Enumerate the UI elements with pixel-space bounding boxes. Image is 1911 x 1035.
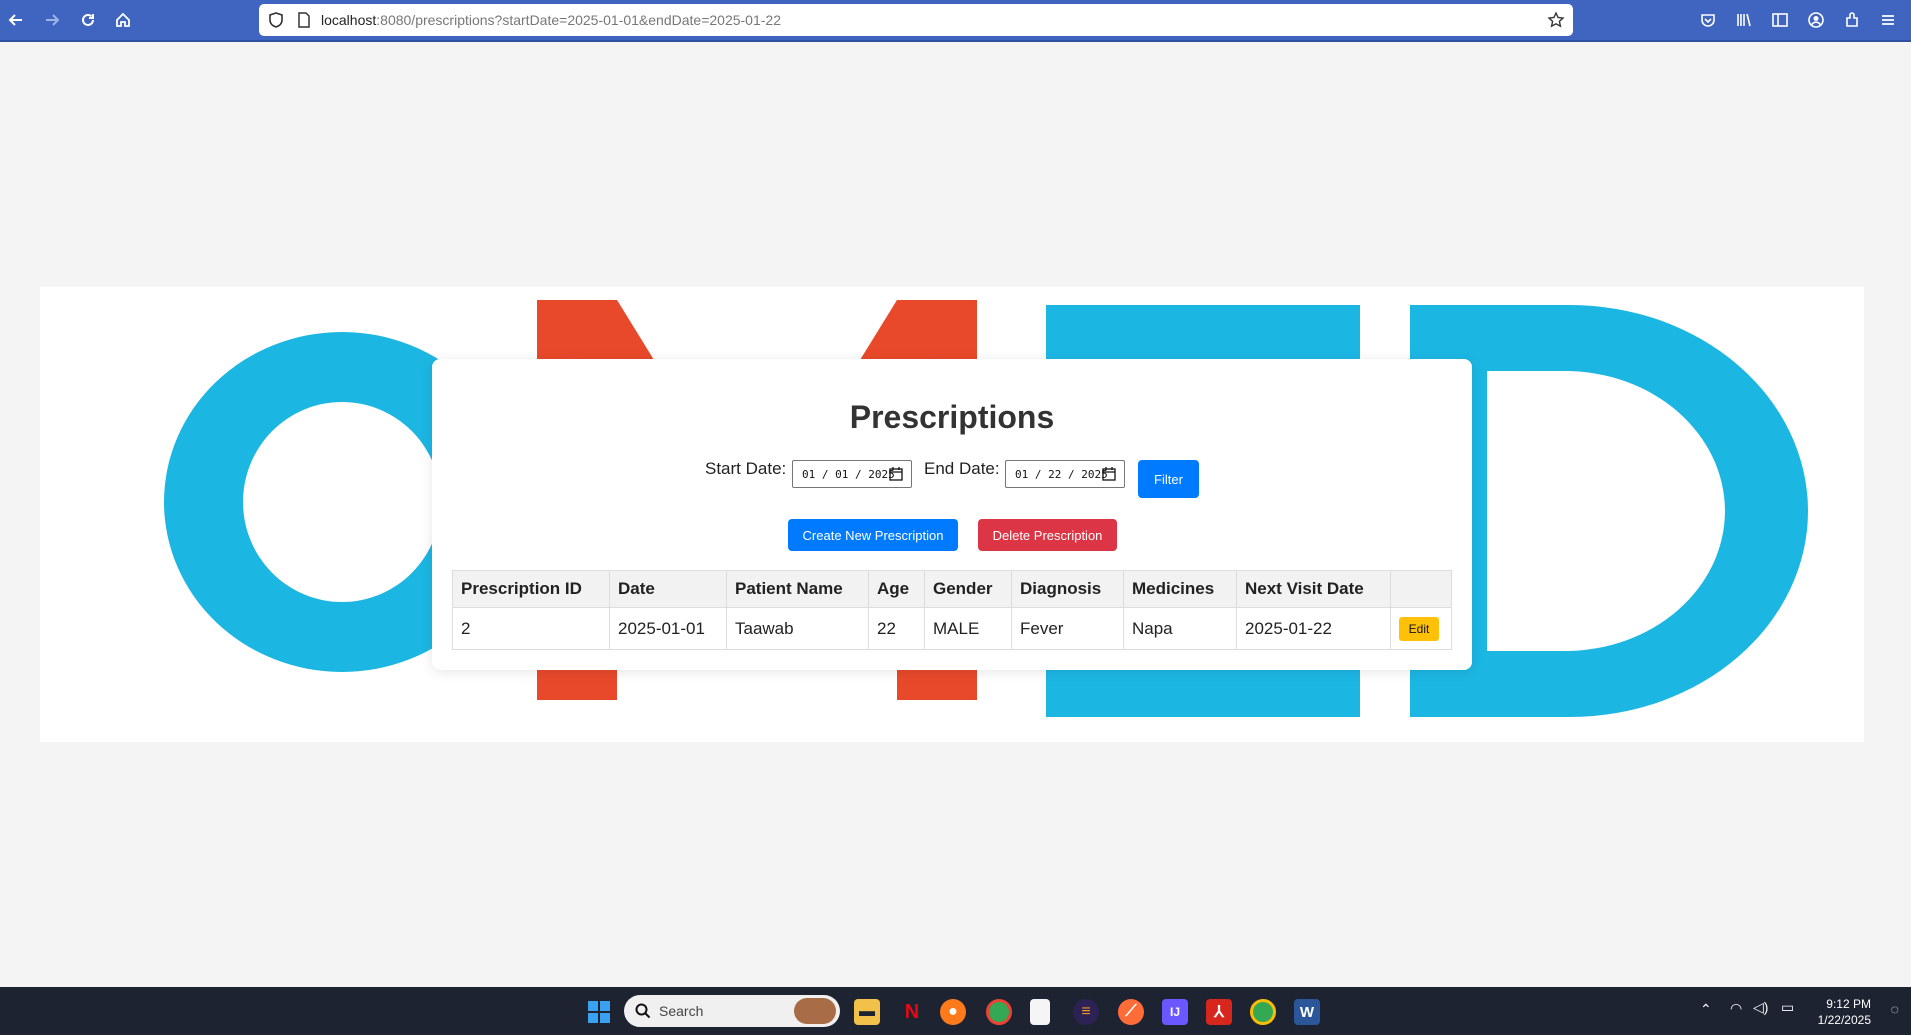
reload-button[interactable] [74, 6, 102, 34]
extensions-icon [1846, 12, 1858, 27]
postman-icon[interactable]: ⟋ [1118, 999, 1144, 1025]
table-row: 2 2025-01-01 Taawab 22 MALE Fever Napa 2… [452, 607, 1452, 650]
page-icon [298, 12, 310, 28]
cell-gender: MALE [924, 607, 1012, 650]
search-highlight-image [794, 998, 836, 1024]
end-date-value: 01 / 22 / 2025 [1015, 467, 1108, 481]
calendar-icon[interactable] [889, 467, 903, 481]
clock-time: 9:12 PM [1826, 997, 1871, 1011]
reload-icon [82, 13, 94, 26]
page-title: Prescriptions [849, 399, 1055, 435]
extensions-button[interactable] [1838, 6, 1866, 34]
notification-icon[interactable]: ◌ [1891, 1001, 1899, 1017]
shield-icon[interactable] [267, 11, 285, 29]
netflix-icon[interactable]: N [899, 999, 925, 1025]
pocket-icon [1701, 14, 1715, 27]
word-icon[interactable]: W [1294, 999, 1320, 1025]
search-icon [635, 1003, 651, 1019]
intellij-icon[interactable]: IJ [1162, 999, 1188, 1025]
address-bar[interactable]: localhost:8080/prescriptions?startDate=2… [259, 4, 1573, 36]
battery-icon[interactable]: ▭ [1781, 999, 1794, 1016]
menu-button[interactable] [1874, 6, 1902, 34]
header-gender: Gender [924, 570, 1012, 608]
pocket-button[interactable] [1694, 6, 1722, 34]
cell-prescription-id: 2 [452, 607, 610, 650]
chrome-icon[interactable] [986, 999, 1012, 1025]
search-label: Search [659, 1003, 704, 1019]
back-button[interactable] [2, 6, 30, 34]
prescriptions-table: Prescription ID Date Patient Name Age Ge… [452, 570, 1452, 650]
forward-icon [46, 14, 60, 26]
eclipse-icon[interactable]: ≡ [1073, 999, 1099, 1025]
start-date-label: Start Date: [705, 459, 787, 478]
header-medicines: Medicines [1123, 570, 1237, 608]
account-button[interactable] [1802, 6, 1830, 34]
cell-diagnosis: Fever [1011, 607, 1124, 650]
firefox-icon[interactable]: ● [940, 999, 966, 1025]
end-date-label: End Date: [924, 459, 1000, 478]
windows-start-icon[interactable] [586, 999, 612, 1025]
chrome-profile-icon[interactable] [1250, 999, 1276, 1025]
header-actions [1390, 570, 1452, 608]
system-clock[interactable]: 9:12 PM 1/22/2025 [1818, 996, 1871, 1028]
home-icon [116, 12, 130, 27]
cell-age: 22 [868, 607, 925, 650]
library-button[interactable] [1730, 6, 1758, 34]
home-button[interactable] [109, 6, 137, 34]
taskbar-search[interactable]: Search [624, 995, 840, 1027]
clock-date: 1/22/2025 [1817, 1013, 1871, 1027]
filter-button[interactable]: Filter [1138, 460, 1199, 498]
notepad-icon[interactable] [1030, 999, 1050, 1025]
acrobat-icon[interactable]: ⅄ [1206, 999, 1232, 1025]
cell-next-visit-date: 2025-01-22 [1236, 607, 1391, 650]
url-text[interactable]: localhost:8080/prescriptions?startDate=2… [321, 12, 781, 28]
delete-prescription-button[interactable]: Delete Prescription [978, 519, 1117, 551]
cell-actions: Edit [1390, 607, 1452, 650]
header-patient-name: Patient Name [726, 570, 869, 608]
volume-icon[interactable]: ◁) [1753, 999, 1768, 1016]
sidebar-icon [1772, 13, 1788, 27]
browser-toolbar: localhost:8080/prescriptions?startDate=2… [0, 0, 1911, 42]
bookmark-star-icon[interactable] [1547, 11, 1565, 29]
cell-patient-name: Taawab [726, 607, 869, 650]
taskbar: Search ▬ N ● ≡ ⟋ IJ ⅄ W ⌃ ◠ ◁) ▭ 9:12 PM… [0, 987, 1911, 1035]
account-icon [1808, 12, 1824, 28]
start-date-input[interactable]: 01 / 01 / 2025 [792, 460, 912, 488]
table-header-row: Prescription ID Date Patient Name Age Ge… [452, 570, 1452, 608]
edit-button[interactable]: Edit [1399, 616, 1439, 641]
menu-icon [1882, 15, 1894, 25]
wifi-icon[interactable]: ◠ [1730, 1000, 1742, 1017]
library-icon [1737, 13, 1751, 27]
prescriptions-card: Prescriptions Start Date: 01 / 01 / 2025… [432, 359, 1472, 670]
header-date: Date [609, 570, 727, 608]
cell-date: 2025-01-01 [609, 607, 727, 650]
tray-chevron-icon[interactable]: ⌃ [1700, 1001, 1712, 1018]
cell-medicines: Napa [1123, 607, 1237, 650]
calendar-icon[interactable] [1102, 467, 1116, 481]
file-explorer-icon[interactable]: ▬ [854, 999, 880, 1025]
back-icon [8, 14, 22, 26]
header-prescription-id: Prescription ID [452, 570, 610, 608]
header-age: Age [868, 570, 925, 608]
forward-button[interactable] [38, 6, 66, 34]
header-next-visit-date: Next Visit Date [1236, 570, 1391, 608]
create-prescription-button[interactable]: Create New Prescription [788, 519, 958, 551]
start-date-value: 01 / 01 / 2025 [802, 467, 895, 481]
header-diagnosis: Diagnosis [1011, 570, 1124, 608]
end-date-input[interactable]: 01 / 22 / 2025 [1005, 460, 1125, 488]
sidebar-button[interactable] [1766, 6, 1794, 34]
